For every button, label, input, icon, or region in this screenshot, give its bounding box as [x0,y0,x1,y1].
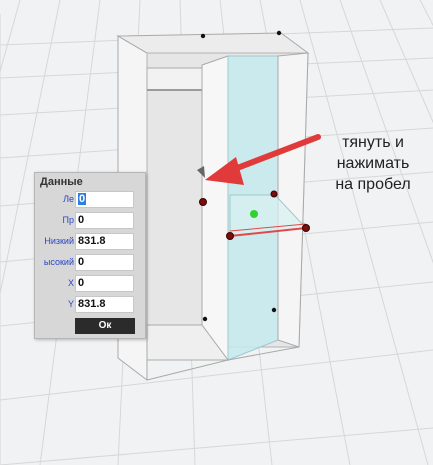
annotation-line: на пробел [335,176,411,193]
field-row-y: Y 831.8 [35,296,145,314]
data-panel: Данные Ле 0 Пр 0 Низкий 831.8 ысокий 0 X… [34,172,146,339]
handle-point[interactable] [270,190,278,198]
annotation-line: нажимать [336,155,410,172]
wardrobe-divider [201,55,229,362]
left-input[interactable]: 0 [75,191,134,208]
handle-point[interactable] [226,232,234,240]
field-label-left: Ле [63,194,74,204]
y-input[interactable]: 831.8 [75,296,134,313]
field-label-right: Пр [62,215,74,225]
handle-point[interactable] [302,224,310,232]
field-label-low: Низкий [44,236,74,246]
wardrobe-right-panel [277,52,309,348]
field-row-right: Пр 0 [35,212,145,230]
field-label-high: ысокий [43,257,74,267]
handle-point[interactable] [199,198,207,206]
handle-center[interactable] [250,210,258,218]
annotation-text: тянуть и нажимать на пробел [318,132,428,195]
field-row-high: ысокий 0 [35,254,145,272]
low-input[interactable]: 831.8 [75,233,134,250]
wardrobe-top [116,32,310,54]
annotation-line: тянуть и [342,134,404,151]
right-input[interactable]: 0 [75,212,134,229]
field-row-low: Низкий 831.8 [35,233,145,251]
high-input[interactable]: 0 [75,254,134,271]
field-label-y: Y [67,299,74,309]
wardrobe-model[interactable] [116,32,310,382]
field-row-left: Ле 0 [35,191,145,209]
handle-point[interactable] [271,307,277,313]
handle-point[interactable] [276,30,282,36]
handle-point[interactable] [202,316,208,322]
field-row-x: X 0 [35,275,145,293]
ok-button[interactable]: Ок [75,318,135,334]
field-label-x: X [67,278,74,288]
panel-title: Данные [40,176,83,188]
x-input[interactable]: 0 [75,275,134,292]
handle-point[interactable] [200,33,206,39]
